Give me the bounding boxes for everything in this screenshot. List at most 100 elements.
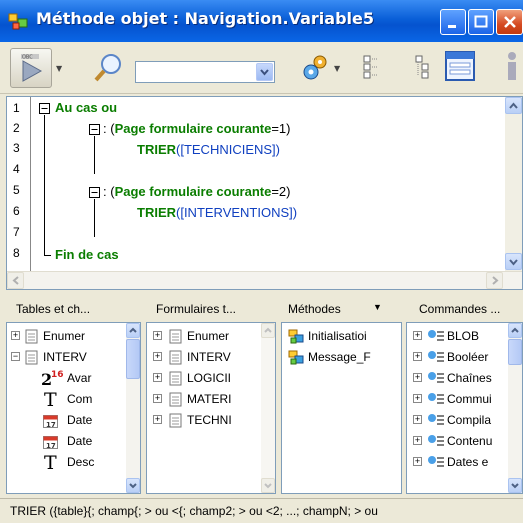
list-item[interactable]: T Com xyxy=(7,390,140,410)
list-item[interactable]: + MATERI xyxy=(147,390,275,410)
expand-icon[interactable]: + xyxy=(413,373,422,382)
run-dropdown-icon[interactable]: ▼ xyxy=(56,64,62,73)
code-line-3[interactable]: TRIER([TECHNICIENS]) xyxy=(137,142,280,157)
methods-list[interactable]: Initialisatioi Message_F xyxy=(281,322,402,494)
list-item[interactable]: + Compila xyxy=(407,411,522,431)
code-line-8[interactable]: Fin de cas xyxy=(55,247,119,262)
collapse-all-icon[interactable] xyxy=(362,54,380,80)
expand-icon[interactable]: + xyxy=(153,331,162,340)
gears-dropdown-icon[interactable]: ▼ xyxy=(334,64,340,73)
scroll-up-button[interactable] xyxy=(261,323,275,338)
tables-scrollbar[interactable] xyxy=(126,323,140,493)
list-item[interactable]: 2 16 Avar xyxy=(7,369,140,389)
scroll-thumb[interactable] xyxy=(508,339,522,365)
collapse-icon[interactable]: − xyxy=(11,352,20,361)
tab-forms[interactable]: Formulaires t... xyxy=(156,302,236,316)
list-item[interactable]: 17 Date xyxy=(7,432,140,452)
collapse-block-icon[interactable] xyxy=(89,124,100,135)
scroll-down-button[interactable] xyxy=(261,478,275,493)
scroll-thumb[interactable] xyxy=(126,339,140,379)
expand-all-icon[interactable] xyxy=(414,54,432,80)
scroll-right-button[interactable] xyxy=(486,272,503,289)
expand-icon[interactable]: + xyxy=(413,415,422,424)
list-item[interactable]: + TECHNI xyxy=(147,411,275,431)
run-button[interactable]: OBC xyxy=(10,48,52,88)
line-number: 7 xyxy=(13,225,20,239)
editor-horizontal-scrollbar[interactable] xyxy=(7,271,522,289)
form-icon xyxy=(169,350,182,365)
expand-icon[interactable]: + xyxy=(153,415,162,424)
close-icon xyxy=(503,16,516,28)
list-item[interactable]: + Enumer xyxy=(7,327,140,347)
line-number-gutter: 1 2 3 4 5 6 7 8 xyxy=(7,97,31,271)
tab-tables[interactable]: Tables et ch... xyxy=(16,302,90,316)
collapse-block-icon[interactable] xyxy=(39,103,50,114)
line-number: 4 xyxy=(13,162,20,176)
text-field-icon: T xyxy=(44,390,57,408)
gears-icon[interactable] xyxy=(302,52,332,82)
line-number: 2 xyxy=(13,121,20,135)
text-field-icon: T xyxy=(44,453,57,471)
code-line-1[interactable]: Au cas ou xyxy=(55,100,117,115)
block-guide xyxy=(94,136,95,174)
tab-methods[interactable]: Méthodes xyxy=(288,302,341,316)
info-icon[interactable] xyxy=(502,50,523,82)
search-icon[interactable] xyxy=(92,51,126,85)
expand-icon[interactable]: + xyxy=(413,331,422,340)
block-guide xyxy=(44,115,45,255)
tab-commands[interactable]: Commandes ... xyxy=(419,302,500,316)
list-item[interactable]: 17 Date xyxy=(7,411,140,431)
collapse-block-icon[interactable] xyxy=(89,187,100,198)
scroll-up-button[interactable] xyxy=(505,97,522,114)
form-editor-icon[interactable] xyxy=(444,50,476,82)
expand-icon[interactable]: + xyxy=(153,352,162,361)
list-item[interactable]: T Desc xyxy=(7,453,140,473)
expand-icon[interactable]: + xyxy=(11,331,20,340)
line-number: 8 xyxy=(13,246,20,260)
tables-list[interactable]: + Enumer − INTERV 2 16 Avar T Com 17 Date… xyxy=(6,322,141,494)
list-item[interactable]: + INTERV xyxy=(147,348,275,368)
scroll-down-button[interactable] xyxy=(126,478,140,493)
list-item[interactable]: Initialisatioi xyxy=(282,327,401,347)
commands-scrollbar[interactable] xyxy=(508,323,522,493)
commands-list[interactable]: + BLOB + Booléer + Chaînes + Commui + Compila… xyxy=(406,322,523,494)
code-line-5[interactable]: : (Page formulaire courante=2) xyxy=(103,184,291,199)
table-icon xyxy=(25,350,38,365)
list-item[interactable]: + Contenu xyxy=(407,432,522,452)
list-item[interactable]: + LOGICII xyxy=(147,369,275,389)
command-theme-icon xyxy=(428,414,444,425)
forms-list[interactable]: + Enumer + INTERV + LOGICII + MATERI + TECHNI xyxy=(146,322,276,494)
methods-dropdown-icon[interactable]: ▼ xyxy=(373,302,382,312)
close-button[interactable] xyxy=(496,9,523,35)
maximize-button[interactable] xyxy=(468,9,494,35)
expand-icon[interactable]: + xyxy=(153,373,162,382)
editor-vertical-scrollbar[interactable] xyxy=(505,97,522,271)
list-item[interactable]: + Dates e xyxy=(407,453,522,473)
title-bar[interactable]: Méthode objet : Navigation.Variable5 xyxy=(0,0,523,42)
scroll-left-button[interactable] xyxy=(7,272,24,289)
forms-scrollbar[interactable] xyxy=(261,323,275,493)
search-combo[interactable] xyxy=(135,61,275,83)
scroll-down-button[interactable] xyxy=(505,253,522,270)
code-line-6[interactable]: TRIER([INTERVENTIONS]) xyxy=(137,205,297,220)
list-item[interactable]: + Chaînes xyxy=(407,369,522,389)
list-item[interactable]: − INTERV xyxy=(7,348,140,368)
expand-icon[interactable]: + xyxy=(153,394,162,403)
expand-icon[interactable]: + xyxy=(413,352,422,361)
scroll-up-button[interactable] xyxy=(508,323,522,338)
list-item[interactable]: Message_F xyxy=(282,348,401,368)
combo-dropdown-button[interactable] xyxy=(256,63,273,81)
list-item[interactable]: + Commui xyxy=(407,390,522,410)
code-editor[interactable]: 1 2 3 4 5 6 7 8 Au cas ou : (Page formul… xyxy=(6,96,523,290)
expand-icon[interactable]: + xyxy=(413,394,422,403)
scroll-down-button[interactable] xyxy=(508,478,522,493)
expand-icon[interactable]: + xyxy=(413,457,422,466)
scroll-up-button[interactable] xyxy=(126,323,140,338)
line-number: 5 xyxy=(13,183,20,197)
list-item[interactable]: + BLOB xyxy=(407,327,522,347)
minimize-button[interactable] xyxy=(440,9,466,35)
list-item[interactable]: + Booléer xyxy=(407,348,522,368)
expand-icon[interactable]: + xyxy=(413,436,422,445)
code-line-2[interactable]: : (Page formulaire courante=1) xyxy=(103,121,291,136)
list-item[interactable]: + Enumer xyxy=(147,327,275,347)
